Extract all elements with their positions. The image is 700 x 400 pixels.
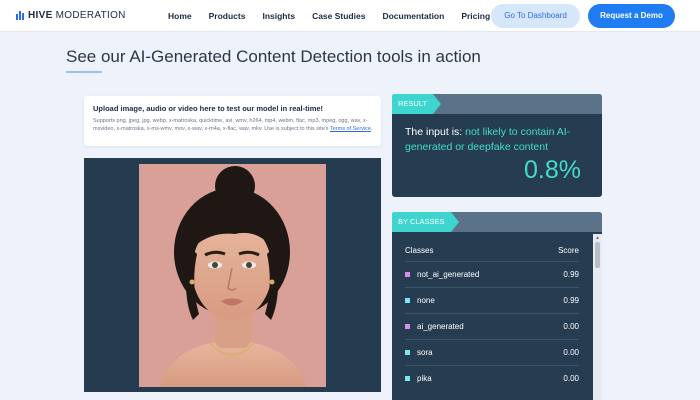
- classes-column-header: Classes: [405, 246, 434, 255]
- class-score: 0.00: [563, 322, 579, 331]
- classes-panel-header: BY CLASSES: [392, 212, 602, 232]
- nav-pricing[interactable]: Pricing: [461, 11, 490, 21]
- top-nav-bar: HIVE MODERATION Home Products Insights C…: [0, 0, 700, 32]
- by-classes-tag: BY CLASSES: [392, 212, 459, 232]
- class-name: sora: [417, 348, 433, 357]
- upload-heading: Upload image, audio or video here to tes…: [93, 104, 324, 113]
- nav-products[interactable]: Products: [209, 11, 246, 21]
- scrollbar-thumb[interactable]: [595, 242, 600, 268]
- score-column-header: Score: [558, 246, 579, 255]
- class-name: ai_generated: [417, 322, 464, 331]
- go-to-dashboard-button[interactable]: Go To Dashboard: [491, 4, 580, 28]
- class-color-swatch: [405, 350, 410, 355]
- title-underline: [66, 71, 102, 73]
- main-nav: Home Products Insights Case Studies Docu…: [168, 11, 507, 21]
- nav-insights[interactable]: Insights: [262, 11, 295, 21]
- table-row: ai_generated 0.00: [405, 313, 579, 339]
- class-color-swatch: [405, 324, 410, 329]
- nav-home[interactable]: Home: [168, 11, 192, 21]
- class-score: 0.99: [563, 270, 579, 279]
- supported-formats-text: Supports png, jpeg, jpg, webp, x-matrosk…: [93, 118, 373, 132]
- class-color-swatch: [405, 272, 410, 277]
- upload-dropzone[interactable]: Upload image, audio or video here to tes…: [84, 96, 381, 146]
- table-row: none 0.99: [405, 287, 579, 313]
- table-row: pika 0.00: [405, 365, 579, 391]
- class-color-swatch: [405, 298, 410, 303]
- image-preview: [84, 158, 381, 392]
- result-tag: RESULT: [392, 94, 442, 114]
- terms-of-service-link[interactable]: Terms of Service: [330, 126, 371, 132]
- logo-bars-icon: [16, 11, 24, 20]
- class-name: pika: [417, 374, 432, 383]
- uploaded-portrait-image: [139, 164, 326, 387]
- logo-text: HIVE MODERATION: [28, 10, 126, 21]
- class-color-swatch: [405, 376, 410, 381]
- table-row: sora 0.00: [405, 339, 579, 365]
- scroll-up-arrow-icon[interactable]: ▲: [595, 236, 600, 241]
- result-score: 0.8%: [524, 156, 581, 184]
- result-panel-header: RESULT: [392, 94, 602, 114]
- class-name: none: [417, 296, 435, 305]
- nav-documentation[interactable]: Documentation: [382, 11, 444, 21]
- hive-logo[interactable]: HIVE MODERATION: [16, 10, 126, 21]
- result-panel: RESULT The input is: not likely to conta…: [392, 94, 602, 197]
- page-title: See our AI-Generated Content Detection t…: [66, 47, 481, 66]
- classes-scrollbar[interactable]: ▲: [593, 234, 602, 400]
- class-score: 0.99: [563, 296, 579, 305]
- class-score: 0.00: [563, 348, 579, 357]
- class-name: not_ai_generated: [417, 270, 480, 279]
- by-classes-panel: BY CLASSES Classes Score not_ai_generate…: [392, 212, 602, 400]
- result-verdict: The input is: not likely to contain AI-g…: [405, 126, 571, 153]
- classes-table-header: Classes Score: [405, 246, 579, 255]
- request-demo-button[interactable]: Request a Demo: [588, 4, 675, 28]
- class-score: 0.00: [563, 374, 579, 383]
- table-row: not_ai_generated 0.99: [405, 261, 579, 287]
- nav-case-studies[interactable]: Case Studies: [312, 11, 365, 21]
- classes-table-body: not_ai_generated 0.99 none 0.99 ai_gener…: [405, 261, 579, 391]
